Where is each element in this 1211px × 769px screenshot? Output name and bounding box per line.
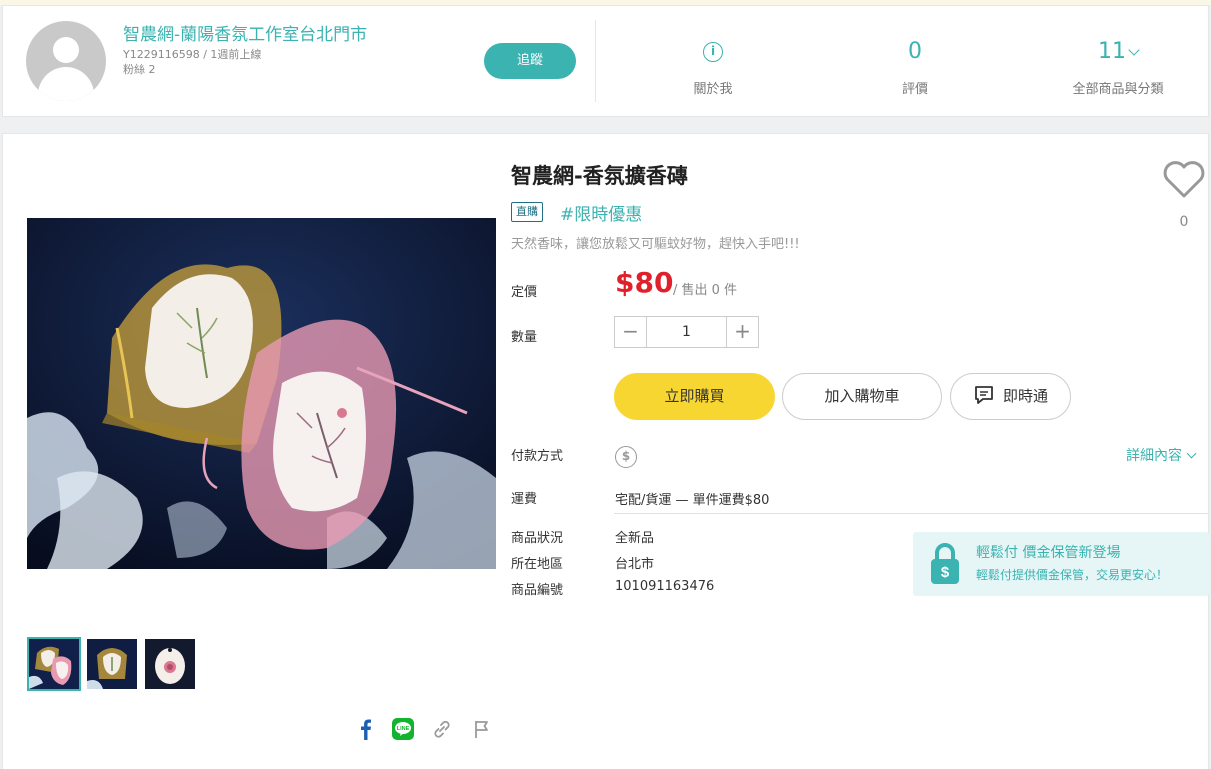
about-me-label: 關於我 — [693, 82, 733, 97]
quantity-input[interactable]: 1 — [648, 317, 725, 347]
escrow-title: 輕鬆付 價金保管新登場 — [976, 545, 1121, 561]
escrow-banner[interactable]: $ 輕鬆付 價金保管新登場 輕鬆付提供價金保管，交易更安心！ — [913, 532, 1209, 596]
condition-label: 商品狀況 — [511, 531, 564, 546]
payment-label: 付款方式 — [511, 449, 564, 464]
location-label: 所在地區 — [511, 557, 564, 572]
thumbnail-3[interactable] — [143, 637, 197, 691]
shop-name[interactable]: 智農網-蘭陽香氛工作室台北門市 — [123, 20, 367, 45]
product-card: LINE 智農網-香氛擴香磚 0 直購 #限時優惠 天然香味，讓您放鬆又可驅蚊好… — [2, 133, 1209, 769]
product-id-label: 商品編號 — [511, 583, 564, 598]
direct-buy-badge: 直購 — [511, 202, 543, 222]
escrow-subtitle: 輕鬆付提供價金保管，交易更安心！ — [976, 568, 1169, 582]
product-description: 天然香味，讓您放鬆又可驅蚊好物，趕快入手吧!!! — [511, 237, 800, 252]
chat-icon — [975, 386, 993, 404]
products-count: 11 — [1098, 39, 1126, 64]
rating-label: 評價 — [901, 82, 928, 97]
chevron-down-icon — [1128, 44, 1140, 56]
detail-link-label: 詳細內容 — [1126, 448, 1182, 464]
shipping-label: 運費 — [511, 492, 538, 507]
dollar-icon: $ — [615, 446, 637, 468]
follow-button[interactable]: 追蹤 — [484, 43, 576, 79]
price-value: $80 — [615, 266, 674, 299]
seller-card: 智農網-蘭陽香氛工作室台北門市 Y1229116598 / 1週前上線 粉絲 2… — [2, 5, 1209, 117]
buy-now-button[interactable]: 立即購買 — [614, 373, 775, 420]
increase-button[interactable]: + — [726, 317, 758, 347]
product-title: 智農網-香氛擴香磚 — [511, 164, 688, 188]
svg-text:LINE: LINE — [397, 726, 410, 732]
link-icon[interactable] — [429, 716, 455, 742]
location-value: 台北市 — [615, 557, 655, 572]
all-products-link[interactable]: 11 全部商品與分類 — [1053, 38, 1183, 97]
shop-meta: Y1229116598 / 1週前上線 — [123, 48, 262, 61]
divider — [614, 513, 1208, 514]
facebook-icon[interactable] — [353, 716, 379, 742]
flag-icon[interactable] — [469, 716, 495, 742]
rating-link[interactable]: 0 評價 — [875, 38, 955, 97]
sold-count: / 售出 0 件 — [673, 283, 738, 298]
heart-icon[interactable] — [1161, 160, 1207, 200]
decrease-button[interactable]: − — [615, 317, 647, 347]
all-products-label: 全部商品與分類 — [1072, 82, 1164, 97]
divider — [595, 20, 596, 102]
add-to-cart-button[interactable]: 加入購物車 — [782, 373, 942, 420]
svg-text:$: $ — [941, 564, 950, 581]
quantity-label: 數量 — [511, 330, 538, 345]
lock-icon: $ — [929, 542, 961, 590]
product-id-value: 101091163476 — [615, 579, 715, 594]
price-label: 定價 — [511, 285, 538, 300]
chat-label: 即時通 — [1002, 387, 1048, 405]
shipping-value: 宅配/貨運 — 單件運費$80 — [615, 493, 770, 508]
chevron-down-icon — [1186, 448, 1197, 459]
chat-button[interactable]: 即時通 — [950, 373, 1071, 420]
line-icon[interactable]: LINE — [390, 716, 416, 742]
info-icon: i — [703, 42, 723, 62]
detail-link[interactable]: 詳細內容 — [1126, 445, 1197, 465]
condition-value: 全新品 — [615, 531, 655, 546]
rating-value: 0 — [908, 39, 922, 64]
promo-tag[interactable]: #限時優惠 — [560, 200, 642, 225]
thumbnail-2[interactable] — [85, 637, 139, 691]
avatar[interactable] — [26, 21, 106, 101]
like-count: 0 — [1179, 214, 1189, 230]
product-main-image[interactable] — [27, 218, 496, 569]
quantity-stepper: − 1 + — [614, 316, 759, 348]
thumbnail-1[interactable] — [27, 637, 81, 691]
shop-fans: 粉絲 2 — [123, 63, 156, 76]
about-me-link[interactable]: i 關於我 — [673, 38, 753, 97]
